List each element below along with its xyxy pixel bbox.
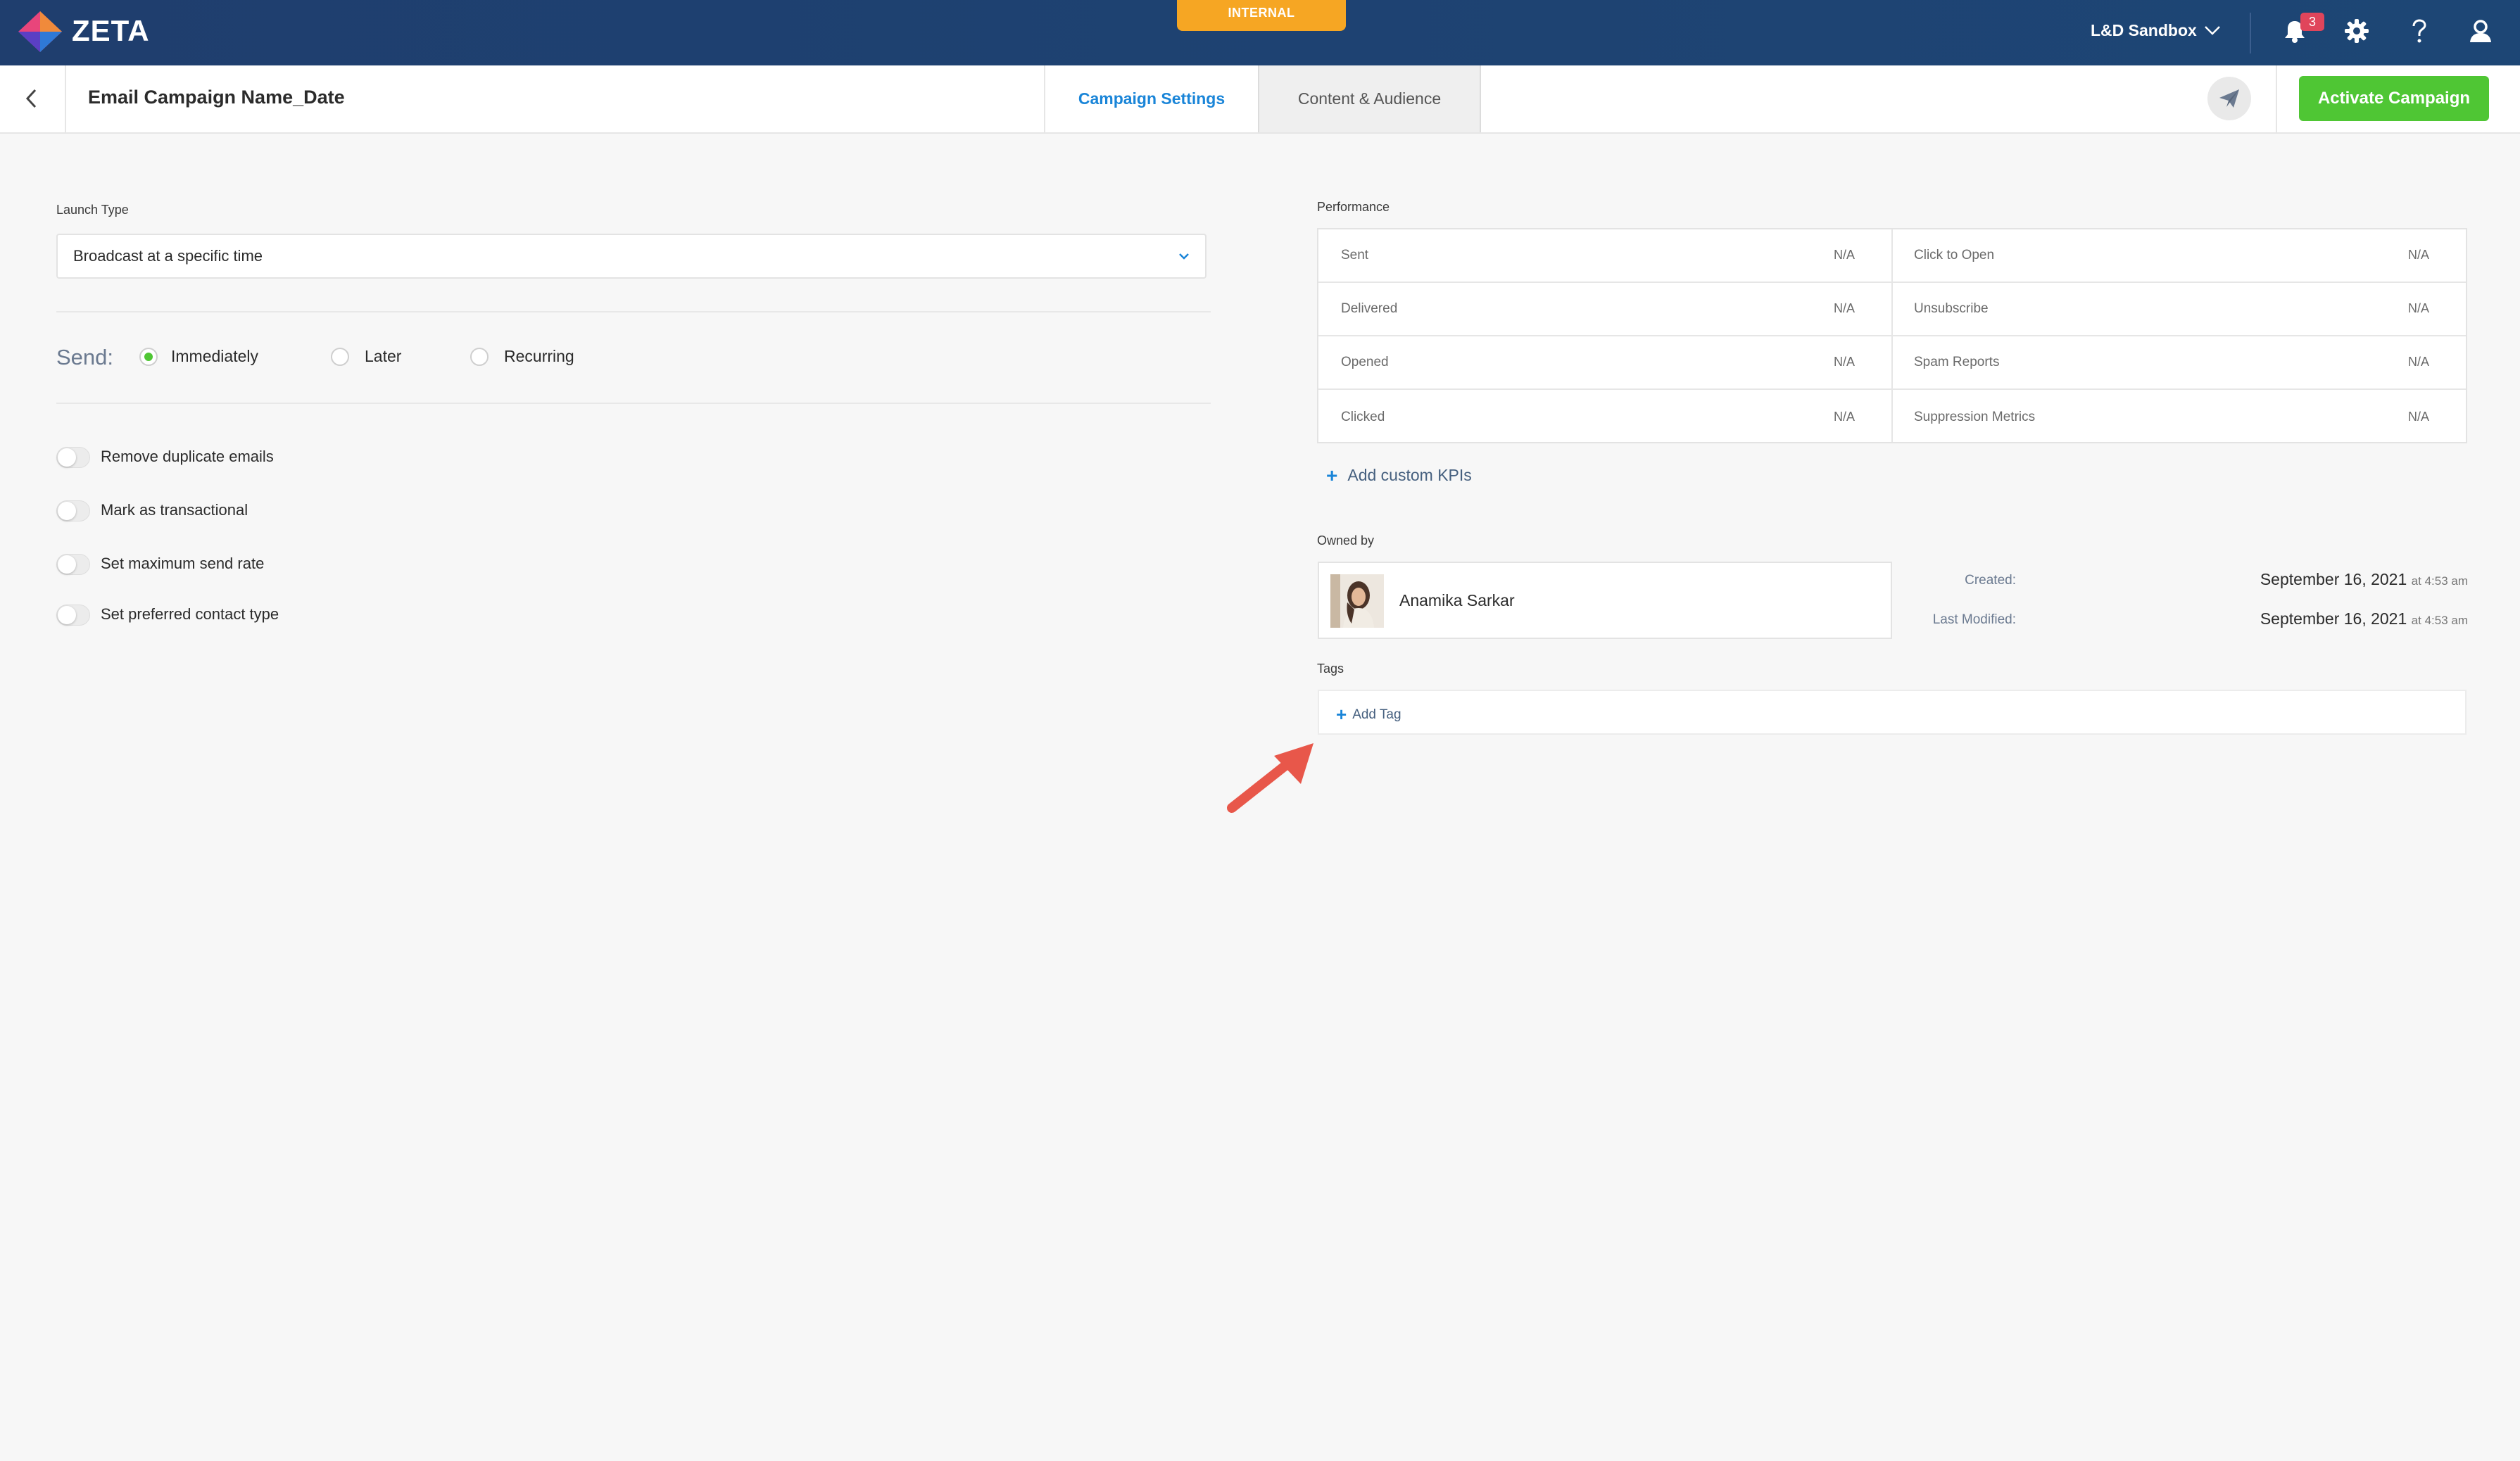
divider [56, 403, 1211, 404]
created-label: Created: [1965, 573, 2016, 588]
add-tag-button[interactable]: + Add Tag [1336, 704, 1401, 726]
back-button[interactable] [0, 65, 66, 132]
gear-icon[interactable] [2343, 17, 2371, 45]
metric-sent-value: N/A [1833, 248, 1855, 262]
metric-spam-reports-value: N/A [2407, 355, 2429, 369]
launch-type-label: Launch Type [56, 203, 129, 217]
radio-recurring-label[interactable]: Recurring [504, 347, 574, 366]
toggle-remove-duplicates-label: Remove duplicate emails [101, 448, 274, 465]
zeta-logo-icon[interactable] [17, 10, 63, 53]
modified-time-value: at 4:53 am [2411, 614, 2468, 627]
annotation-arrow-icon [1227, 743, 1313, 813]
plus-icon: + [1326, 464, 1338, 486]
radio-later[interactable] [331, 348, 349, 366]
metric-suppression-value: N/A [2407, 410, 2429, 424]
last-modified-label: Last Modified: [1932, 612, 2016, 627]
owner-name: Anamika Sarkar [1399, 591, 1515, 609]
metric-sent: Sent [1341, 248, 1369, 263]
add-tag-label: Add Tag [1352, 707, 1401, 722]
created-date: September 16, 2021 at 4:53 am [2260, 570, 2468, 589]
metric-suppression: Suppression Metrics [1914, 410, 2036, 424]
tags-field[interactable]: + Add Tag [1318, 690, 2467, 735]
owned-by-label: Owned by [1317, 533, 1375, 548]
toggle-transactional[interactable] [56, 500, 90, 521]
send-test-button[interactable] [2207, 77, 2251, 120]
metric-clicked-value: N/A [1833, 410, 1855, 424]
radio-immediately[interactable] [139, 348, 158, 366]
launch-type-select[interactable]: Broadcast at a specific time [56, 234, 1207, 279]
activate-campaign-button[interactable]: Activate Campaign [2299, 76, 2489, 121]
metric-click-to-open-value: N/A [2407, 248, 2429, 262]
chevron-down-icon[interactable] [2203, 23, 2222, 37]
plus-icon: + [1336, 704, 1347, 725]
row-divider [1318, 282, 2466, 283]
performance-label: Performance [1317, 200, 1390, 214]
page-title: Email Campaign Name_Date [88, 87, 345, 108]
metric-opened-value: N/A [1833, 355, 1855, 369]
toggle-max-send-rate-label: Set maximum send rate [101, 555, 265, 572]
radio-recurring[interactable] [470, 348, 489, 366]
metric-delivered-value: N/A [1833, 301, 1855, 315]
metric-clicked: Clicked [1341, 410, 1385, 424]
metric-opened: Opened [1341, 355, 1389, 369]
chevron-down-icon [1179, 253, 1189, 260]
user-profile-icon[interactable] [2467, 17, 2495, 45]
metric-unsubscribe: Unsubscribe [1914, 301, 1989, 316]
toggle-remove-duplicates[interactable] [56, 447, 90, 468]
row-divider [1318, 388, 2466, 390]
header-divider [2276, 65, 2277, 132]
send-label: Send: [56, 345, 114, 369]
metric-unsubscribe-value: N/A [2407, 301, 2429, 315]
org-selector[interactable]: L&D Sandbox [2091, 21, 2197, 40]
modified-date-value: September 16, 2021 [2260, 609, 2407, 628]
metric-click-to-open: Click to Open [1914, 248, 1995, 263]
created-date-value: September 16, 2021 [2260, 570, 2407, 588]
tags-label: Tags [1317, 662, 1344, 676]
metric-delivered: Delivered [1341, 301, 1398, 316]
add-custom-kpis-link[interactable]: + Add custom KPIs [1326, 464, 1472, 487]
performance-table: Sent N/A Delivered N/A Opened N/A Clicke… [1317, 228, 2467, 443]
radio-immediately-label[interactable]: Immediately [171, 347, 258, 366]
add-custom-kpis-label: Add custom KPIs [1347, 466, 1472, 484]
app-name: ZETA [72, 14, 150, 47]
row-divider [1318, 335, 2466, 336]
tab-campaign-settings[interactable]: Campaign Settings [1044, 65, 1258, 132]
paper-plane-icon [2219, 89, 2239, 108]
nav-divider [2250, 13, 2251, 53]
launch-type-value: Broadcast at a specific time [73, 247, 263, 265]
metric-spam-reports: Spam Reports [1914, 355, 2000, 369]
radio-later-label[interactable]: Later [365, 347, 401, 366]
toggle-transactional-label: Mark as transactional [101, 501, 248, 519]
environment-badge: INTERNAL [1177, 0, 1346, 31]
help-icon[interactable] [2405, 17, 2433, 45]
last-modified-date: September 16, 2021 at 4:53 am [2260, 609, 2468, 628]
toggle-max-send-rate[interactable] [56, 554, 90, 575]
campaign-header: Email Campaign Name_Date Campaign Settin… [0, 65, 2520, 134]
toggle-preferred-contact-label: Set preferred contact type [101, 605, 279, 623]
owner-card[interactable]: Anamika Sarkar [1318, 562, 1892, 639]
toggle-preferred-contact[interactable] [56, 605, 90, 626]
created-time-value: at 4:53 am [2411, 574, 2468, 588]
top-nav-bar: ZETA INTERNAL L&D Sandbox 3 [0, 0, 2520, 65]
avatar [1330, 574, 1384, 628]
tab-content-audience[interactable]: Content & Audience [1258, 65, 1481, 132]
divider [56, 311, 1211, 312]
chevron-left-icon [25, 89, 37, 108]
notification-badge: 3 [2300, 13, 2324, 31]
